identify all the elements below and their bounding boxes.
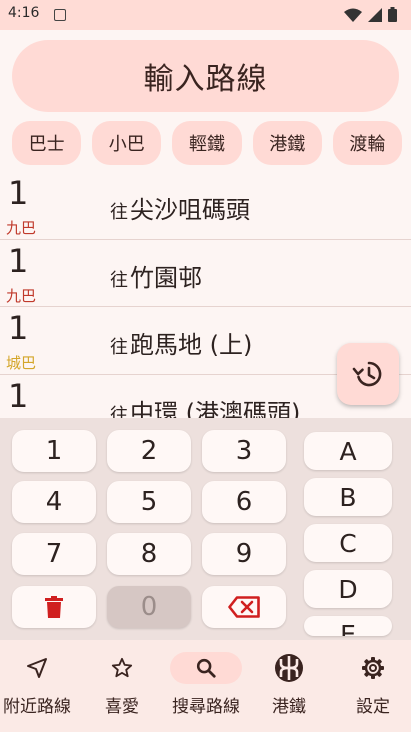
key-9[interactable]: 9 <box>202 533 286 575</box>
nav-label: 搜尋路線 <box>172 697 240 717</box>
chip-bus[interactable]: 巴士 <box>12 121 82 165</box>
wifi-icon <box>344 8 362 22</box>
status-bar: 4:16 <box>0 0 411 30</box>
search-icon <box>170 652 242 684</box>
cellular-signal-icon <box>368 7 382 22</box>
key-e[interactable]: E <box>304 616 392 636</box>
direction-prefix: 往 <box>110 337 128 358</box>
nav-label: 設定 <box>356 697 390 717</box>
route-destination: 往跑馬地 (上) <box>110 325 252 360</box>
history-button[interactable] <box>337 343 399 405</box>
route-destination: 往中環 (港澳碼頭) <box>110 393 300 419</box>
gear-icon <box>337 652 409 684</box>
chip-mtr[interactable]: 港鐵 <box>252 121 322 165</box>
chip-minibus[interactable]: 小巴 <box>92 121 162 165</box>
history-icon <box>352 361 382 387</box>
transport-filter-chips: 巴士 小巴 輕鐵 港鐵 渡輪 <box>12 121 403 165</box>
destination-text: 竹園邨 <box>130 263 202 292</box>
key-6[interactable]: 6 <box>202 481 286 523</box>
bottom-navigation: 附近路線 喜愛 搜尋路線 港鐵 設定 <box>0 640 411 732</box>
direction-prefix: 往 <box>110 202 128 223</box>
key-2[interactable]: 2 <box>107 430 191 472</box>
trash-icon <box>45 596 63 618</box>
route-number: 1 <box>8 309 29 347</box>
key-c[interactable]: C <box>304 524 392 562</box>
destination-text: 中環 (港澳碼頭) <box>130 398 301 419</box>
route-number: 1 <box>8 174 29 212</box>
battery-icon <box>388 7 397 22</box>
key-5[interactable]: 5 <box>107 481 191 523</box>
nav-settings[interactable]: 設定 <box>332 652 411 717</box>
key-a[interactable]: A <box>304 432 392 470</box>
chip-light-rail[interactable]: 輕鐵 <box>172 121 242 165</box>
navigation-arrow-icon <box>1 652 73 684</box>
status-time: 4:16 <box>8 5 40 21</box>
mtr-logo-icon <box>253 652 325 684</box>
route-row[interactable]: 1 九巴 往竹園邨 <box>0 240 411 307</box>
key-b[interactable]: B <box>304 478 392 516</box>
nav-label: 港鐵 <box>272 697 306 717</box>
key-3[interactable]: 3 <box>202 430 286 472</box>
nav-label: 喜愛 <box>105 697 139 717</box>
notification-icon <box>54 9 66 21</box>
destination-text: 跑馬地 (上) <box>130 331 253 359</box>
key-4[interactable]: 4 <box>12 481 96 523</box>
backspace-icon <box>228 596 260 618</box>
route-destination: 往尖沙咀碼頭 <box>110 190 250 225</box>
route-keypad: 1 2 3 4 5 6 7 8 9 0 A B C D E <box>0 418 411 640</box>
route-company: 九巴 <box>6 286 37 305</box>
key-1[interactable]: 1 <box>12 430 96 472</box>
key-0[interactable]: 0 <box>107 586 191 628</box>
backspace-button[interactable] <box>202 586 286 628</box>
star-icon <box>86 652 158 684</box>
nav-nearby-routes[interactable]: 附近路線 <box>0 652 78 717</box>
destination-text: 尖沙咀碼頭 <box>130 196 250 224</box>
nav-mtr[interactable]: 港鐵 <box>248 652 330 717</box>
status-indicators <box>344 7 397 22</box>
route-input[interactable]: 輸入路線 <box>12 40 399 112</box>
nav-label: 附近路線 <box>3 697 71 717</box>
key-d[interactable]: D <box>304 570 392 608</box>
app-screen: 4:16 輸入路線 巴士 小巴 輕鐵 港鐵 渡輪 1 九巴 往尖沙咀碼頭 1 九… <box>0 0 411 732</box>
clear-button[interactable] <box>12 586 96 628</box>
route-number: 1 <box>8 376 29 415</box>
route-company: 九巴 <box>6 219 37 237</box>
route-company: 城巴 <box>6 354 37 372</box>
key-7[interactable]: 7 <box>12 533 96 575</box>
route-row[interactable]: 1 九巴 往尖沙咀碼頭 <box>0 172 411 240</box>
nav-favourites[interactable]: 喜愛 <box>81 652 163 717</box>
direction-prefix: 往 <box>110 269 128 291</box>
nav-search-routes[interactable]: 搜尋路線 <box>165 652 247 717</box>
chip-ferry[interactable]: 渡輪 <box>332 121 403 165</box>
key-8[interactable]: 8 <box>107 533 191 575</box>
route-destination: 往竹園邨 <box>110 258 202 293</box>
direction-prefix: 往 <box>110 404 128 419</box>
route-number: 1 <box>8 241 29 280</box>
